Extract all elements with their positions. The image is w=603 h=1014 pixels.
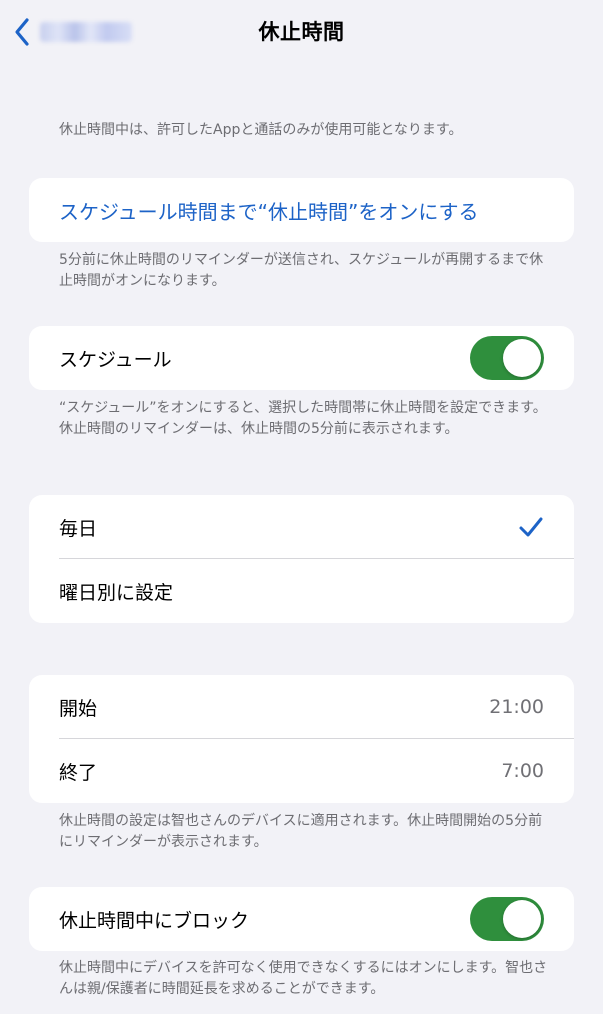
schedule-footnote: “スケジュール”をオンにすると、選択した時間帯に休止時間を設定できます。休止時間… <box>59 400 547 437</box>
intro-description: 休止時間中は、許可したAppと通話のみが使用可能となります。 <box>59 122 463 138</box>
block-toggle[interactable] <box>470 897 544 941</box>
end-time-value: 7:00 <box>501 760 544 782</box>
every-day-option[interactable]: 毎日 <box>29 495 574 559</box>
every-day-label: 毎日 <box>59 517 98 540</box>
schedule-row: スケジュール <box>29 326 574 390</box>
times-footnote: 休止時間の設定は智也さんのデバイスに適用されます。休止時間開始の5分前にリマイン… <box>59 813 543 850</box>
schedule-card: スケジュール <box>29 326 574 390</box>
start-time-row[interactable]: 開始 21:00 <box>29 675 574 739</box>
toggle-knob <box>503 900 541 938</box>
schedule-toggle[interactable] <box>470 336 544 380</box>
custom-days-option[interactable]: 曜日別に設定 <box>29 559 574 623</box>
schedule-label: スケジュール <box>59 348 172 371</box>
schedule-now-footnote: 5分前に休止時間のリマインダーが送信され、スケジュールが再開するまで休止時間がオ… <box>59 252 544 289</box>
turn-on-until-schedule-button[interactable]: スケジュール時間まで“休止時間”をオンにする <box>29 178 574 242</box>
days-card: 毎日 曜日別に設定 <box>29 495 574 623</box>
custom-days-label: 曜日別に設定 <box>59 581 174 604</box>
end-time-label: 終了 <box>59 761 98 784</box>
block-label: 休止時間中にブロック <box>59 909 250 932</box>
schedule-now-card: スケジュール時間まで“休止時間”をオンにする <box>29 178 574 242</box>
turn-on-until-schedule-label: スケジュール時間まで“休止時間”をオンにする <box>59 199 479 224</box>
block-row: 休止時間中にブロック <box>29 887 574 951</box>
checkmark-icon <box>518 516 544 538</box>
toggle-knob <box>503 339 541 377</box>
start-time-value: 21:00 <box>489 696 544 718</box>
page-title: 休止時間 <box>258 20 345 44</box>
block-footnote: 休止時間中にデバイスを許可なく使用できなくするにはオンにします。智也さんは親/保… <box>59 960 548 997</box>
start-time-label: 開始 <box>59 697 98 720</box>
navigation-bar: 休止時間 <box>0 0 603 64</box>
times-card: 開始 21:00 終了 7:00 <box>29 675 574 803</box>
block-card: 休止時間中にブロック <box>29 887 574 951</box>
end-time-row[interactable]: 終了 7:00 <box>29 739 574 803</box>
